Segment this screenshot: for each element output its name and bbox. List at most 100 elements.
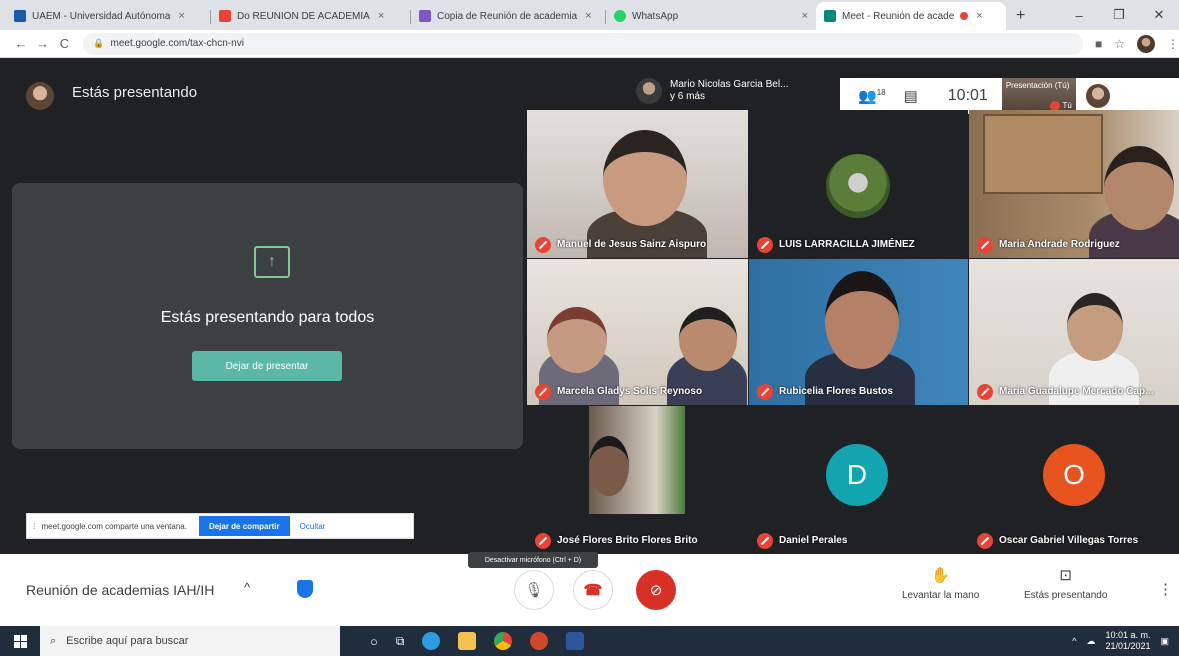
close-tab-icon[interactable]: ×: [585, 10, 591, 22]
participant-tile[interactable]: Marcela Gladys Solis Reynoso: [527, 259, 748, 405]
browser-menu-icon[interactable]: ⋮: [1167, 37, 1179, 51]
drag-handle-icon[interactable]: ⁞: [33, 521, 36, 531]
raise-hand-label: Levantar la mano: [902, 590, 980, 601]
back-icon[interactable]: ←: [10, 36, 32, 51]
stop-sharing-button[interactable]: Dejar de compartir: [198, 516, 290, 536]
avatar: [26, 82, 54, 110]
bookmark-star-icon[interactable]: ☆: [1114, 37, 1125, 51]
muted-icon: [977, 237, 993, 253]
presenting-button[interactable]: ⊡ Estás presentando: [1024, 566, 1107, 601]
reload-icon[interactable]: C: [54, 36, 76, 51]
close-tab-icon[interactable]: ×: [802, 10, 808, 22]
cloud-icon[interactable]: ☁: [1086, 636, 1095, 647]
meet-icon: [824, 10, 836, 22]
you-label: Tú: [1062, 101, 1072, 110]
recording-icon: [960, 12, 969, 20]
chevron-up-icon[interactable]: ^: [1072, 636, 1076, 646]
meeting-clock: 10:01: [947, 87, 988, 104]
muted-icon: [535, 533, 551, 549]
uaem-favicon-icon: [14, 10, 26, 22]
camera-indicator-icon[interactable]: ■: [1095, 37, 1102, 51]
tab-uaem[interactable]: UAEM - Universidad Autónoma ×: [6, 2, 211, 30]
camera-off-button[interactable]: ⊘: [636, 570, 676, 610]
camera-off-icon: ⊘: [649, 582, 663, 599]
word-icon[interactable]: [566, 632, 585, 650]
participant-initial-avatar: O: [1043, 444, 1105, 506]
participant-tile[interactable]: LUIS LARRACILLA JIMÉNEZ: [749, 110, 968, 258]
minimize-icon[interactable]: –: [1059, 0, 1099, 30]
self-presentation-preview[interactable]: Presentación (Tú) Tú: [1001, 78, 1076, 114]
presenting-message: Estás presentando para todos: [160, 309, 375, 326]
participant-name: Maria Guadalupe Mercado Cap...: [999, 386, 1154, 397]
participant-tile[interactable]: José Flores Brito Flores Brito: [527, 406, 748, 554]
hand-icon: ✋: [931, 567, 950, 584]
leave-call-button[interactable]: ☎: [573, 570, 613, 610]
chat-button[interactable]: ▤: [904, 87, 918, 105]
edge-icon[interactable]: [422, 632, 441, 650]
participant-name: José Flores Brito Flores Brito: [557, 535, 698, 546]
participant-name: LUIS LARRACILLA JIMÉNEZ: [779, 239, 915, 250]
close-tab-icon[interactable]: ×: [378, 10, 384, 22]
participant-grid: Manuel de Jesus Sainz Aispuro LUIS LARRA…: [527, 110, 1179, 554]
meeting-name: Reunión de academias IAH/IH: [26, 582, 215, 598]
participant-name: Manuel de Jesus Sainz Aispuro: [557, 239, 707, 250]
new-tab-button[interactable]: +: [1006, 2, 1035, 30]
close-window-icon[interactable]: ✕: [1139, 0, 1179, 30]
participant-video-head: [1104, 146, 1174, 230]
maximize-icon[interactable]: ❐: [1099, 0, 1139, 30]
speaker-name: Mario Nicolas Garcia Bel...: [670, 79, 789, 90]
mic-tooltip: Desactivar micrófono (Ctrl + D): [468, 552, 598, 568]
raise-hand-button[interactable]: ✋ Levantar la mano: [902, 566, 979, 601]
participant-tile[interactable]: O Oscar Gabriel Villegas Torres: [969, 406, 1179, 554]
muted-icon: [757, 533, 773, 549]
participant-tile[interactable]: Manuel de Jesus Sainz Aispuro: [527, 110, 748, 258]
tab-gmail[interactable]: Do REUNIÓN DE ACADEMIA ×: [211, 2, 411, 30]
task-view-icon[interactable]: ⧉: [396, 634, 405, 649]
tab-title: WhatsApp: [632, 10, 679, 22]
chat-icon: ▤: [903, 88, 918, 105]
tab-meet[interactable]: Meet - Reunión de acade ×: [816, 2, 1006, 30]
shield-icon[interactable]: [297, 580, 313, 598]
taskbar-clock[interactable]: 10:01 a. m. 21/01/2021: [1105, 630, 1150, 652]
cortana-icon[interactable]: ○: [370, 634, 378, 649]
participant-avatar: [826, 154, 890, 218]
powerpoint-icon[interactable]: [530, 632, 549, 650]
participant-tile[interactable]: Maria Guadalupe Mercado Cap...: [969, 259, 1179, 405]
muted-icon: [757, 237, 773, 253]
close-tab-icon[interactable]: ×: [178, 10, 184, 22]
participant-tile[interactable]: Maria Andrade Rodriguez: [969, 110, 1179, 258]
taskbar-date: 21/01/2021: [1105, 641, 1151, 651]
browser-tab-strip: UAEM - Universidad Autónoma × Do REUNIÓN…: [0, 0, 1179, 30]
url-text: meet.google.com/tax-chcn-nvi: [110, 38, 244, 49]
url-input[interactable]: 🔒 meet.google.com/tax-chcn-nvi: [83, 32, 1083, 55]
tab-title: Meet - Reunión de acade: [842, 10, 955, 22]
more-options-icon[interactable]: ⋮: [1158, 580, 1173, 598]
tab-title: Copia de Reunión de academia: [437, 10, 578, 22]
participant-tile[interactable]: Rubicelia Flores Bustos: [749, 259, 968, 405]
topbar-actions: 👥18 ▤ 10:01 Presentación (Tú) Tú: [840, 78, 1179, 114]
taskbar-search-input[interactable]: ⌕ Escribe aquí para buscar: [40, 626, 340, 656]
participant-tile[interactable]: D Daniel Perales: [749, 406, 968, 554]
preview-label: Presentación (Tú): [1005, 81, 1070, 90]
participant-video-head: [825, 271, 899, 369]
file-explorer-icon[interactable]: [458, 632, 477, 650]
participant-video-head: [679, 307, 737, 371]
chevron-up-icon[interactable]: ^: [244, 580, 250, 595]
participants-button[interactable]: 👥18: [858, 87, 886, 105]
tab-title: Do REUNIÓN DE ACADEMIA: [237, 10, 370, 22]
notifications-icon[interactable]: ▣: [1160, 636, 1169, 647]
chrome-icon[interactable]: [494, 632, 513, 650]
forward-icon[interactable]: →: [32, 36, 54, 51]
share-notice: meet.google.com comparte una ventana.: [41, 521, 187, 531]
tab-whatsapp[interactable]: WhatsApp ×: [606, 2, 816, 30]
speaker-others: y 6 más: [670, 91, 706, 102]
tab-forms[interactable]: Copia de Reunión de academia ×: [411, 2, 606, 30]
participant-video-head: [1067, 293, 1123, 361]
windows-start-icon[interactable]: [0, 634, 40, 648]
close-tab-icon[interactable]: ×: [976, 10, 982, 22]
hide-share-bar-link[interactable]: Ocultar: [300, 522, 326, 531]
profile-avatar[interactable]: [1136, 34, 1155, 53]
stop-presenting-button[interactable]: Dejar de presentar: [192, 351, 342, 381]
windows-taskbar: ⌕ Escribe aquí para buscar ○ ⧉ ^ ☁ 10:01…: [0, 626, 1179, 656]
mic-button[interactable]: 🎙: [514, 570, 554, 610]
